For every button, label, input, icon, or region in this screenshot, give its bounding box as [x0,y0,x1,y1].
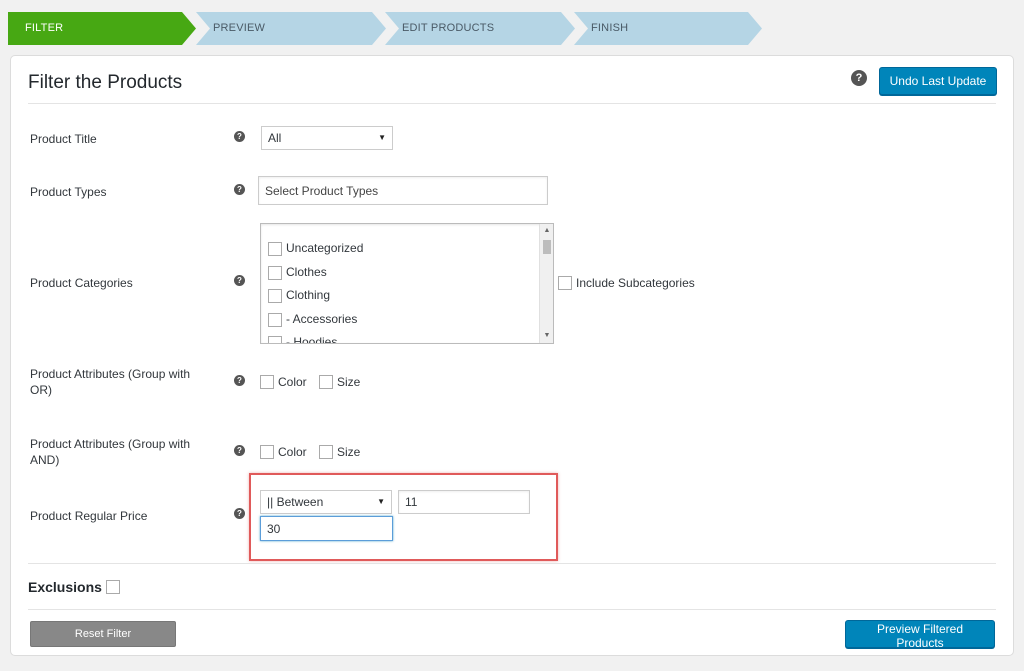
category-label: - Accessories [286,312,358,326]
attributes-or-size-checkbox[interactable] [319,375,333,389]
product-title-select-value: All [268,131,282,145]
category-label: Uncategorized [286,241,364,255]
attributes-or-color-checkbox[interactable] [260,375,274,389]
include-subcategories-checkbox[interactable] [558,276,572,290]
scroll-down-arrow-icon[interactable]: ▼ [540,329,553,343]
attributes-or-size-label: Size [337,375,361,389]
exclusions-checkbox[interactable] [105,580,120,594]
step-edit-products-label: EDIT PRODUCTS [402,22,495,34]
attributes-or-color-option[interactable]: Color [260,374,307,390]
undo-last-update-button[interactable]: Undo Last Update [879,67,997,95]
category-label: Clothes [286,265,327,279]
filter-panel: Filter the Products ? Undo Last Update P… [10,55,1014,656]
attributes-or-size-option[interactable]: Size [319,374,360,390]
category-checkbox[interactable] [268,288,282,303]
fields-divider [28,563,996,564]
product-title-help-icon[interactable]: ? [234,131,245,142]
attributes-or-label-line2: OR) [30,383,52,397]
categories-scrollbar[interactable]: ▲ ▼ [539,224,553,343]
step-finish[interactable]: FINISH [574,12,762,45]
product-title-label: Product Title [30,132,97,146]
product-title-select[interactable]: All ▼ [261,126,393,150]
attributes-and-size-option[interactable]: Size [319,444,360,460]
wizard-steps: FILTER PREVIEW EDIT PRODUCTS FINISH [8,12,768,45]
category-checkbox[interactable] [268,241,282,256]
product-types-label: Product Types [30,185,107,199]
step-finish-label: FINISH [591,22,629,34]
attributes-or-help-icon[interactable]: ? [234,375,245,386]
step-edit-products[interactable]: EDIT PRODUCTS [385,12,575,45]
reset-filter-button[interactable]: Reset Filter [30,621,176,647]
page-title: Filter the Products [28,72,183,93]
attributes-and-label-line1: Product Attributes (Group with [30,437,191,451]
category-checkbox[interactable] [268,312,282,327]
product-categories-list[interactable]: Uncategorized Clothes Clothing - Accesso… [260,223,554,344]
product-types-help-icon[interactable]: ? [234,184,245,195]
exclusions-label: Exclusions [28,579,102,595]
regular-price-label: Product Regular Price [30,509,148,523]
category-item[interactable]: Clothing [268,287,330,303]
chevron-down-icon: ▼ [378,133,386,142]
category-item[interactable]: - Accessories [268,311,357,327]
highlight-box [249,473,558,561]
include-subcategories-label: Include Subcategories [576,276,695,290]
attributes-and-label: Product Attributes (Group with AND) [30,436,190,468]
attributes-and-size-label: Size [337,445,361,459]
attributes-or-label: Product Attributes (Group with OR) [30,366,190,398]
product-categories-label: Product Categories [30,276,133,290]
scroll-up-arrow-icon[interactable]: ▲ [540,224,553,238]
footer-divider [28,609,996,610]
attributes-or-color-label: Color [278,375,307,389]
attributes-or-label-line1: Product Attributes (Group with [30,367,191,381]
category-label: Clothing [286,288,331,302]
attributes-and-size-checkbox[interactable] [319,445,333,459]
step-preview-label: PREVIEW [213,22,266,34]
category-item[interactable]: Uncategorized [268,240,363,256]
step-filter[interactable]: FILTER [8,12,196,45]
category-checkbox[interactable] [268,265,282,280]
help-icon[interactable]: ? [851,70,867,86]
attributes-and-color-option[interactable]: Color [260,444,307,460]
product-types-input[interactable] [258,176,548,205]
category-item[interactable]: - Hoodies [268,334,338,344]
product-categories-help-icon[interactable]: ? [234,275,245,286]
header-divider [28,103,996,104]
include-subcategories-option[interactable]: Include Subcategories [558,275,695,291]
attributes-and-color-label: Color [278,445,307,459]
category-item[interactable]: Clothes [268,264,327,280]
preview-filtered-products-button[interactable]: Preview Filtered Products [845,620,995,650]
category-checkbox[interactable] [268,335,282,343]
attributes-and-color-checkbox[interactable] [260,445,274,459]
scroll-thumb[interactable] [543,240,551,254]
attributes-and-help-icon[interactable]: ? [234,445,245,456]
category-label: - Hoodies [286,335,338,344]
step-filter-label: FILTER [25,22,64,34]
attributes-and-label-line2: AND) [30,453,60,467]
regular-price-help-icon[interactable]: ? [234,508,245,519]
exclusions-toggle[interactable]: Exclusions [28,579,120,595]
step-preview[interactable]: PREVIEW [196,12,386,45]
